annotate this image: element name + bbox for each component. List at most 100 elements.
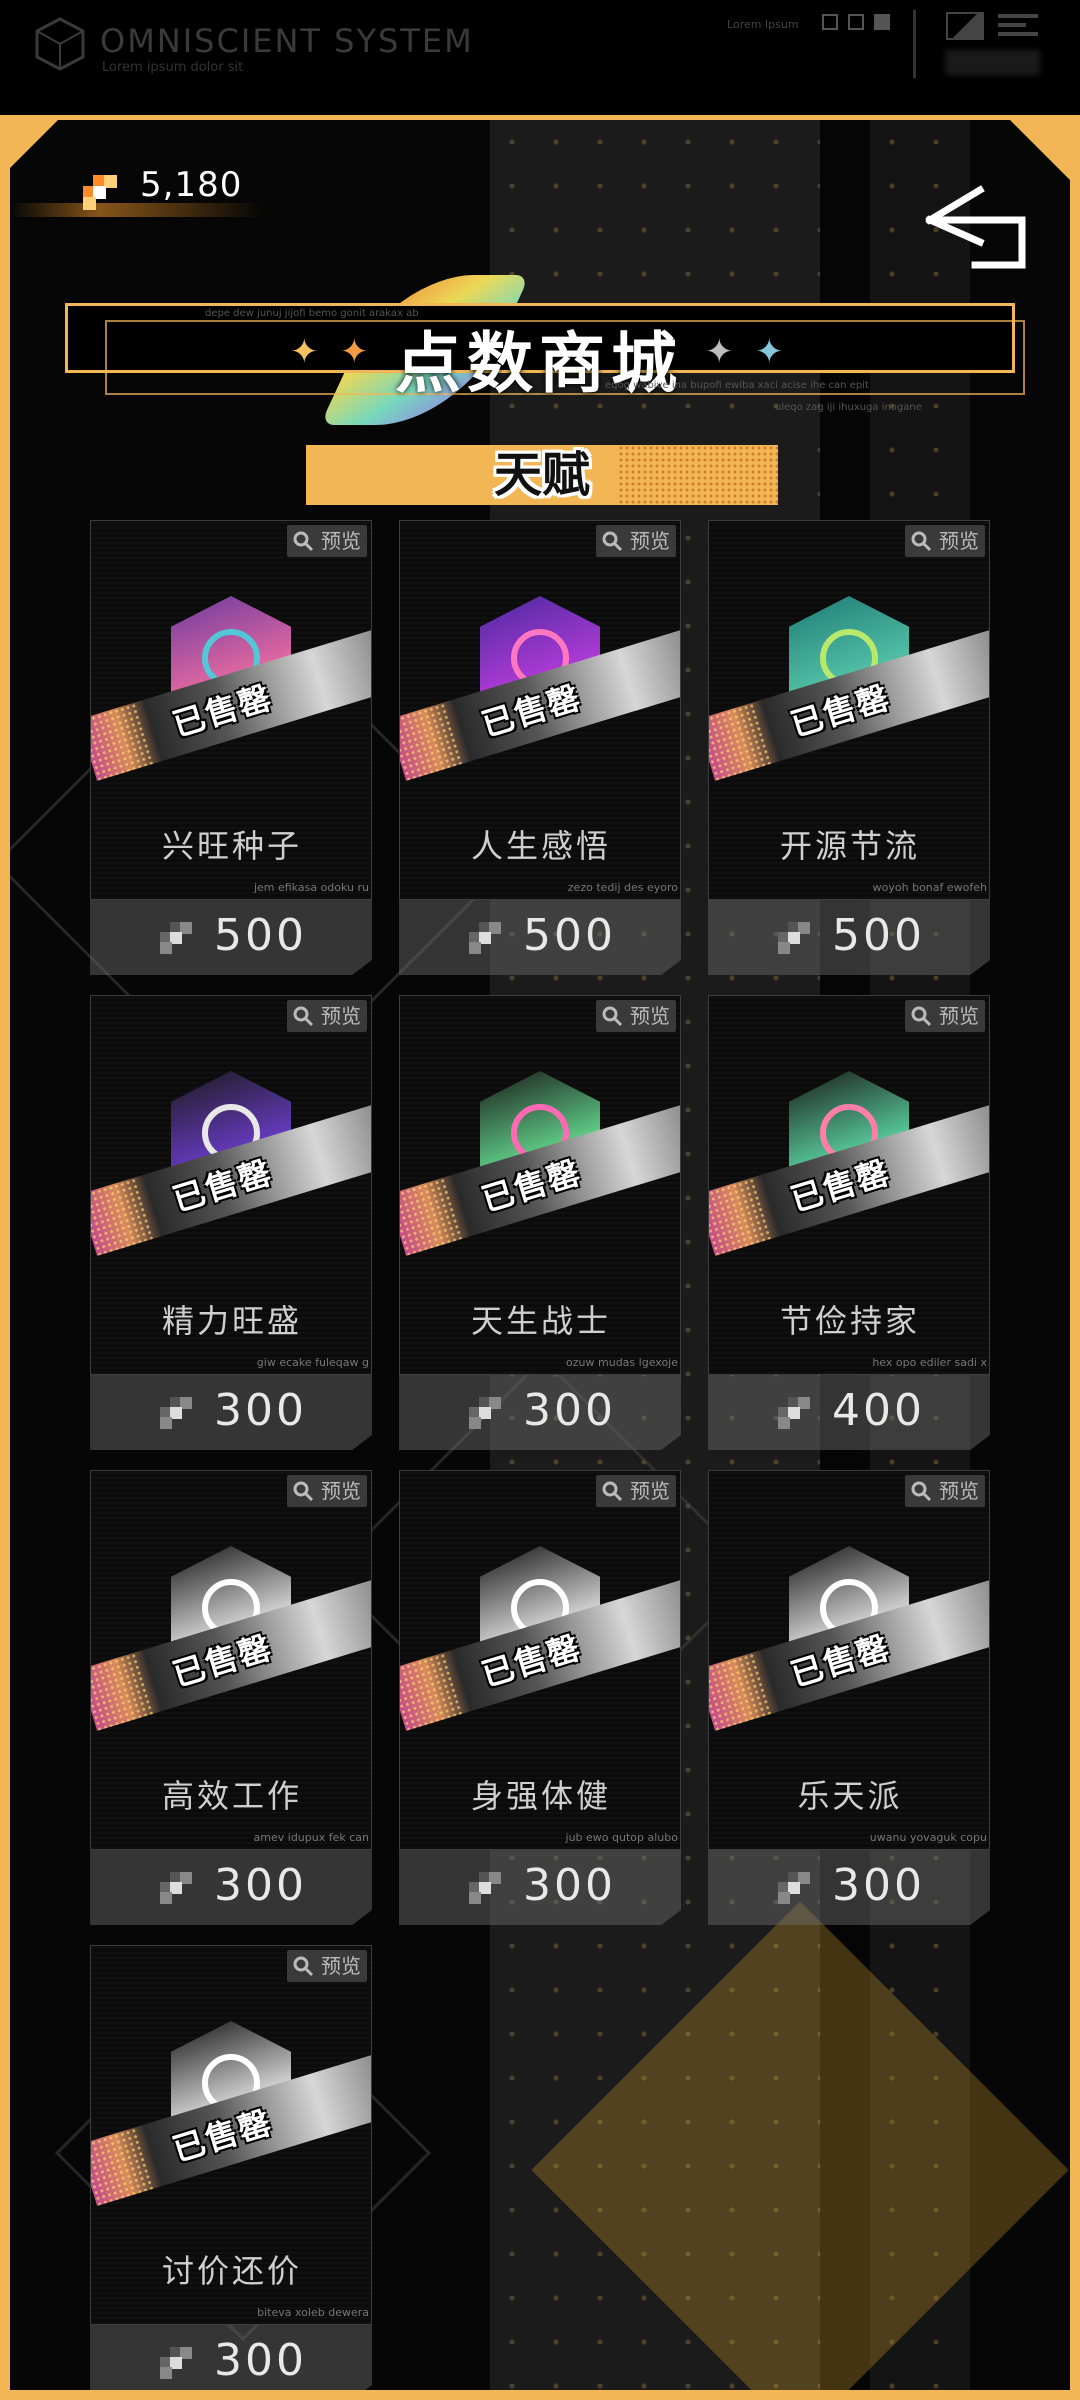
magnifier-icon xyxy=(293,1481,314,1502)
preview-label: 预览 xyxy=(321,1954,361,1978)
preview-button[interactable]: 预览 xyxy=(905,1000,985,1032)
point-coin-icon xyxy=(469,922,501,954)
magnifier-icon xyxy=(602,1481,623,1502)
item-card-body[interactable]: 已售罄 预览 身强体健 jub ewo qutop alubo xyxy=(399,1470,681,1850)
currency-amount: 5,180 xyxy=(140,165,243,205)
item-card-body[interactable]: 已售罄 预览 人生感悟 zezo tedij des eyoro xyxy=(399,520,681,900)
item-price: 300 xyxy=(214,1385,307,1436)
preview-label: 预览 xyxy=(939,1004,979,1028)
window-box-icon xyxy=(822,14,838,30)
system-subtitle: Lorem ipsum dolor sit xyxy=(102,60,244,75)
shop-panel: 5,180 depe dew junuj jijofi bemo gonit a… xyxy=(10,120,1070,2390)
item-name: 精力旺盛 xyxy=(161,1302,302,1340)
item-name: 乐天派 xyxy=(797,1777,903,1815)
item-name: 身强体健 xyxy=(470,1777,611,1815)
point-coin-icon xyxy=(160,2347,192,2379)
display-icon xyxy=(946,12,984,40)
preview-button[interactable]: 预览 xyxy=(905,525,985,557)
tab-label: 天赋 xyxy=(493,447,590,503)
item-name: 兴旺种子 xyxy=(161,827,302,865)
price-panel: 300 xyxy=(399,1850,681,1925)
item-price: 400 xyxy=(832,1385,925,1436)
preview-button[interactable]: 预览 xyxy=(596,1000,676,1032)
system-title: OMNISCIENT SYSTEM xyxy=(100,22,474,60)
point-coin-icon xyxy=(160,1872,192,1904)
price-panel: 300 xyxy=(90,1375,372,1450)
system-tag: Lorem Ipsum xyxy=(727,18,799,31)
point-coin-icon xyxy=(778,922,810,954)
item-card[interactable]: 已售罄 预览 开源节流 woyoh bonaf ewofeh 500 xyxy=(708,520,990,978)
item-card-body[interactable]: 已售罄 预览 乐天派 uwanu yovaguk copu xyxy=(708,1470,990,1850)
system-logo-icon xyxy=(35,17,85,71)
item-caption: amev idupux fek can xyxy=(253,1831,369,1844)
item-card-body[interactable]: 已售罄 预览 高效工作 amev idupux fek can xyxy=(90,1470,372,1850)
preview-label: 预览 xyxy=(321,1479,361,1503)
point-coin-icon xyxy=(469,1397,501,1429)
item-card[interactable]: 已售罄 预览 讨价还价 biteva xoleb dewera 300 xyxy=(90,1945,372,2390)
divider xyxy=(913,10,916,78)
preview-button[interactable]: 预览 xyxy=(287,1950,367,1982)
magnifier-icon xyxy=(911,1006,932,1027)
magnifier-icon xyxy=(602,531,623,552)
back-button[interactable] xyxy=(910,180,1040,275)
item-caption: zezo tedij des eyoro xyxy=(567,881,678,894)
item-caption: jem efikasa odoku ru xyxy=(253,881,369,894)
point-coin-icon xyxy=(778,1397,810,1429)
preview-label: 预览 xyxy=(939,529,979,553)
window-box-icon xyxy=(874,14,890,30)
item-card-body[interactable]: 已售罄 预览 兴旺种子 jem efikasa odoku ru xyxy=(90,520,372,900)
item-name: 人生感悟 xyxy=(470,827,611,865)
item-price: 500 xyxy=(214,910,307,961)
item-card[interactable]: 已售罄 预览 精力旺盛 giw ecake fuleqaw g 300 xyxy=(90,995,372,1453)
preview-button[interactable]: 预览 xyxy=(287,1000,367,1032)
item-card-body[interactable]: 已售罄 预览 讨价还价 biteva xoleb dewera xyxy=(90,1945,372,2325)
item-card[interactable]: 已售罄 预览 兴旺种子 jem efikasa odoku ru 500 xyxy=(90,520,372,978)
magnifier-icon xyxy=(602,1006,623,1027)
preview-label: 预览 xyxy=(321,1004,361,1028)
item-card[interactable]: 已售罄 预览 乐天派 uwanu yovaguk copu 300 xyxy=(708,1470,990,1928)
item-card[interactable]: 已售罄 预览 天生战士 ozuw mudas lgexoje 300 xyxy=(399,995,681,1453)
magnifier-icon xyxy=(911,1481,932,1502)
item-price: 300 xyxy=(214,1860,307,1911)
price-panel: 300 xyxy=(90,2325,372,2390)
preview-label: 预览 xyxy=(630,1479,670,1503)
magnifier-icon xyxy=(911,531,932,552)
item-price: 500 xyxy=(523,910,616,961)
magnifier-icon xyxy=(293,531,314,552)
star-icon: ✦ xyxy=(755,332,784,372)
magnifier-icon xyxy=(293,1956,314,1977)
preview-button[interactable]: 预览 xyxy=(905,1475,985,1507)
item-card-body[interactable]: 已售罄 预览 节俭持家 hex opo ediler sadi x xyxy=(708,995,990,1375)
title-caption: uleqo zag iji ihuxuga inogane xyxy=(775,402,922,413)
item-caption: biteva xoleb dewera xyxy=(257,2306,369,2319)
preview-label: 预览 xyxy=(630,1004,670,1028)
item-card-body[interactable]: 已售罄 预览 天生战士 ozuw mudas lgexoje xyxy=(399,995,681,1375)
menu-bars-icon xyxy=(998,14,1038,38)
item-caption: giw ecake fuleqaw g xyxy=(256,1356,369,1369)
star-icon: ✦ xyxy=(705,332,734,372)
item-card-body[interactable]: 已售罄 预览 精力旺盛 giw ecake fuleqaw g xyxy=(90,995,372,1375)
preview-button[interactable]: 预览 xyxy=(596,525,676,557)
preview-button[interactable]: 预览 xyxy=(596,1475,676,1507)
price-panel: 300 xyxy=(399,1375,681,1450)
item-name: 开源节流 xyxy=(779,827,920,865)
item-card[interactable]: 已售罄 预览 高效工作 amev idupux fek can 300 xyxy=(90,1470,372,1928)
item-card-body[interactable]: 已售罄 预览 开源节流 woyoh bonaf ewofeh xyxy=(708,520,990,900)
preview-button[interactable]: 预览 xyxy=(287,525,367,557)
tab-talent[interactable]: 天赋 xyxy=(306,445,778,505)
item-price: 500 xyxy=(832,910,925,961)
preview-label: 预览 xyxy=(939,1479,979,1503)
item-caption: ozuw mudas lgexoje xyxy=(566,1356,678,1369)
system-bar: OMNISCIENT SYSTEM Lorem ipsum dolor sit … xyxy=(0,0,1080,115)
point-coin-icon xyxy=(778,1872,810,1904)
star-icon: ✦ xyxy=(290,332,319,372)
item-card[interactable]: 已售罄 预览 节俭持家 hex opo ediler sadi x 400 xyxy=(708,995,990,1453)
item-card[interactable]: 已售罄 预览 人生感悟 zezo tedij des eyoro 500 xyxy=(399,520,681,978)
item-name: 天生战士 xyxy=(470,1302,611,1340)
item-name: 节俭持家 xyxy=(779,1302,920,1340)
item-card[interactable]: 已售罄 预览 身强体健 jub ewo qutop alubo 300 xyxy=(399,1470,681,1928)
preview-button[interactable]: 预览 xyxy=(287,1475,367,1507)
star-icon: ✦ xyxy=(340,332,369,372)
item-price: 300 xyxy=(523,1385,616,1436)
price-panel: 300 xyxy=(90,1850,372,1925)
